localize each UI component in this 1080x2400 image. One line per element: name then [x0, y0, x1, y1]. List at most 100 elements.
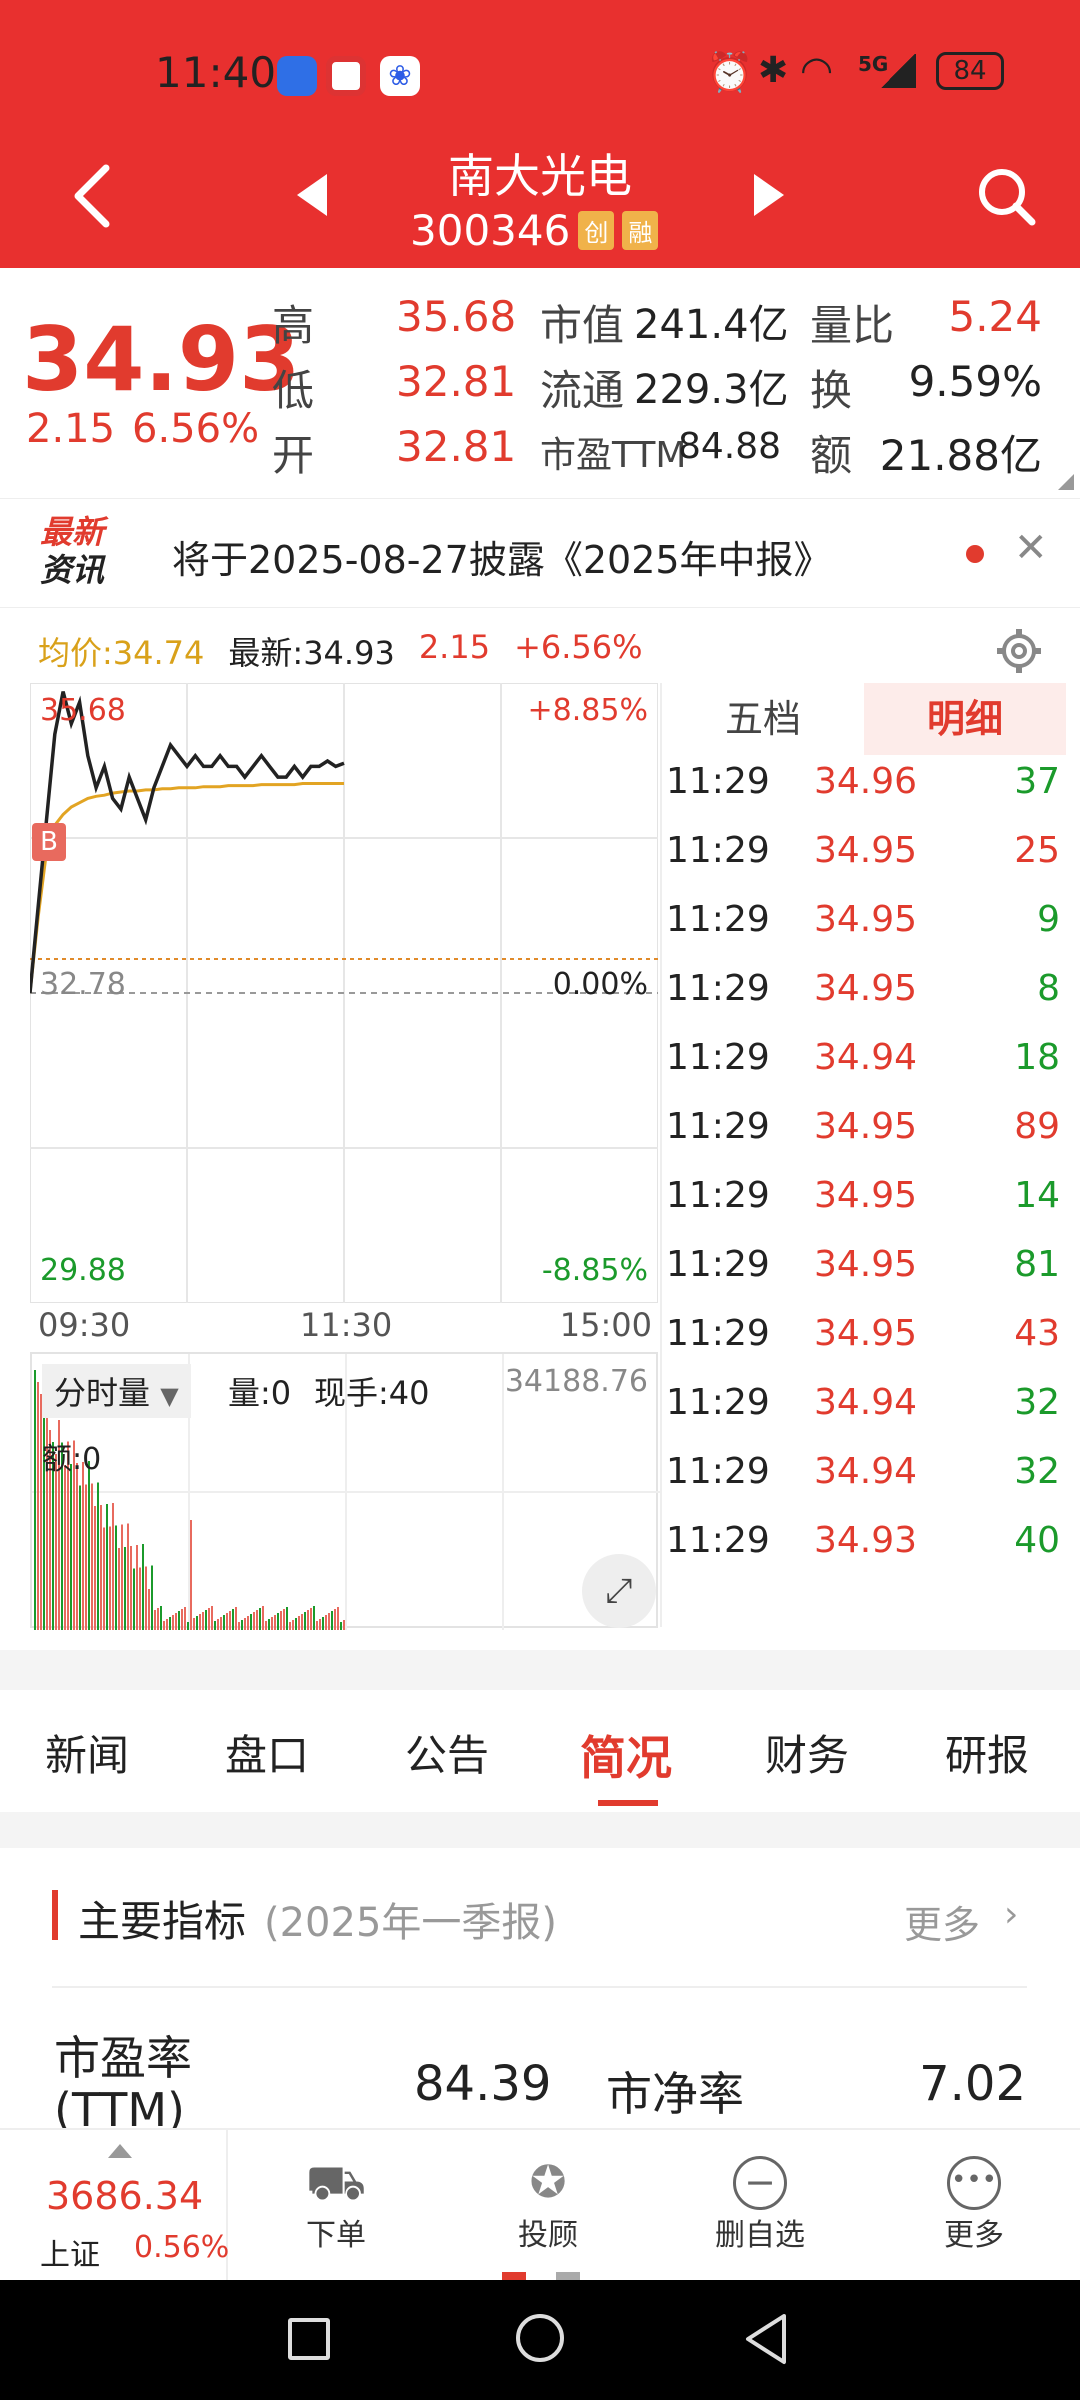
- volume-bar: [64, 1465, 66, 1630]
- tick-volume: 43: [1014, 1313, 1060, 1354]
- info-pct: +6.56%: [514, 628, 643, 666]
- volume-bar: [292, 1620, 294, 1630]
- tab-level5[interactable]: 五档: [662, 683, 864, 755]
- high-value: 35.68: [396, 292, 517, 341]
- tick-time: 11:29: [666, 1451, 770, 1492]
- mcap-value: 241.4亿: [634, 302, 789, 348]
- float-value: 229.3亿: [634, 367, 789, 413]
- next-stock-icon[interactable]: [752, 172, 786, 218]
- tick-row: 11:29 34.96 37: [662, 761, 1062, 830]
- more-button[interactable]: ••• 更多: [894, 2156, 1054, 2254]
- trade-detail-panel: 五档 明细 11:29 11:2934.963711:2934.952511:2…: [660, 683, 1066, 1627]
- prev-stock-icon[interactable]: [295, 172, 329, 218]
- tick-row: 11:29 34.94 32: [662, 1382, 1062, 1451]
- news-banner[interactable]: 最新 资讯 将于2025-08-27披露《2025年中报》 ✕: [0, 498, 1080, 608]
- volume-bar: [124, 1547, 126, 1630]
- volume-bar: [127, 1523, 129, 1630]
- bottom-toolbar: 3686.34 上证 0.56% ⛟ 下单 ✪ 投顾 − 删自选 ••• 更多: [0, 2128, 1080, 2280]
- tick-volume: 9: [1037, 899, 1060, 940]
- amount-label: 额: [810, 431, 853, 480]
- volume-bar: [112, 1503, 114, 1630]
- news-logo-top: 最新: [40, 513, 105, 551]
- tab-detail[interactable]: 明细: [864, 683, 1066, 755]
- volume-bar: [151, 1565, 153, 1630]
- stock-code: 300346: [410, 206, 571, 255]
- home-icon[interactable]: [516, 2314, 564, 2362]
- advisor-button[interactable]: ✪ 投顾: [468, 2156, 628, 2254]
- tick-time: 11:29: [666, 1313, 770, 1354]
- index-up-icon: [108, 2144, 132, 2158]
- tick-list[interactable]: 11:29 11:29 34.96 37 11:29 34.95 25 11:29 34.95…: [662, 755, 1066, 1627]
- tab-research[interactable]: 研报: [945, 1722, 1029, 1783]
- index-pct: 0.56%: [134, 2230, 230, 2265]
- volume-bar: [178, 1611, 180, 1630]
- back-nav-icon[interactable]: [742, 2312, 790, 2366]
- tick-time: 11:29: [666, 1520, 770, 1561]
- index-widget[interactable]: 3686.34 上证 0.56%: [0, 2130, 230, 2280]
- volume-bar: [202, 1612, 204, 1630]
- tab-financial[interactable]: 财务: [765, 1722, 849, 1783]
- tick-time: 11:29: [666, 1175, 770, 1216]
- x-axis: 09:30 11:30 15:00: [38, 1306, 652, 1346]
- bluetooth-icon: ✱: [758, 50, 789, 91]
- volume-bar: [268, 1619, 270, 1630]
- volume-bar: [337, 1607, 339, 1630]
- tick-row: 11:29 34.95 81: [662, 1244, 1062, 1313]
- volume-bar: [325, 1615, 327, 1630]
- volume-bar: [175, 1613, 177, 1630]
- badge-cy: 创: [578, 211, 615, 250]
- tab-announcement[interactable]: 公告: [405, 1722, 489, 1783]
- fullscreen-button[interactable]: ⤢: [582, 1554, 656, 1628]
- volume-bar: [94, 1506, 96, 1630]
- volume-bar: [340, 1622, 342, 1630]
- x-tick-1500: 15:00: [559, 1306, 652, 1344]
- section-divider: [52, 1986, 1027, 1988]
- settings-icon[interactable]: [994, 626, 1044, 676]
- search-icon[interactable]: [976, 166, 1036, 226]
- tick-time: 11:29: [666, 1037, 770, 1078]
- order-button[interactable]: ⛟ 下单: [256, 2156, 416, 2254]
- more-link[interactable]: 更多: [904, 1894, 980, 1949]
- volume-bar: [172, 1615, 174, 1630]
- volume-bar: [262, 1606, 264, 1630]
- back-icon[interactable]: [70, 164, 114, 228]
- tab-overview[interactable]: 简况: [580, 1722, 672, 1788]
- tick-volume: 40: [1014, 1520, 1060, 1561]
- volume-bar: [133, 1568, 135, 1630]
- volume-bar: [184, 1607, 186, 1630]
- tab-orderbook[interactable]: 盘口: [225, 1722, 309, 1783]
- tick-volume: 37: [1014, 761, 1060, 802]
- volume-bar: [310, 1608, 312, 1630]
- float-label: 流通: [540, 366, 625, 415]
- volume-bar: [217, 1619, 219, 1630]
- remove-watchlist-button[interactable]: − 删自选: [680, 2156, 840, 2254]
- volume-bar: [298, 1616, 300, 1630]
- intraday-chart[interactable]: 35.68 32.78 29.88 +8.85% 0.00% -8.85% B: [30, 683, 658, 1303]
- recents-icon[interactable]: [288, 2318, 330, 2360]
- volume-bar: [232, 1609, 234, 1630]
- volume-bar: [283, 1609, 285, 1630]
- header: 11:40 ❀ ⏰ ✱ ◠ 5G 84 南大光电 300346 创 融: [0, 0, 1080, 268]
- close-icon[interactable]: ✕: [1014, 525, 1048, 571]
- section-subtitle: (2025年一季报): [264, 1900, 558, 1946]
- volume-bar: [331, 1611, 333, 1630]
- clock: 11:40: [155, 48, 277, 97]
- tab-news[interactable]: 新闻: [45, 1722, 129, 1783]
- volume-bar: [304, 1612, 306, 1630]
- tick-time: 11:29: [666, 968, 770, 1009]
- pb-value: 7.02: [919, 2056, 1026, 2112]
- expand-corner-icon[interactable]: [1058, 474, 1074, 490]
- volume-bar: [271, 1617, 273, 1630]
- minus-circle-icon: −: [733, 2156, 787, 2210]
- buy-marker[interactable]: B: [32, 823, 66, 861]
- volume-bar: [247, 1616, 249, 1630]
- volume-bar: [70, 1464, 72, 1630]
- volume-bar: [259, 1608, 261, 1630]
- volume-type-selector[interactable]: 分时量 ▼: [42, 1364, 191, 1418]
- section-header: 主要指标 (2025年一季报) 更多 ›: [0, 1870, 1080, 1990]
- battery-level: 84: [953, 56, 987, 86]
- pb-label: 市净率: [606, 2067, 744, 2121]
- price-change: 2.15: [26, 406, 116, 452]
- tick-price: 34.95: [814, 1175, 918, 1216]
- low-value: 32.81: [396, 357, 517, 406]
